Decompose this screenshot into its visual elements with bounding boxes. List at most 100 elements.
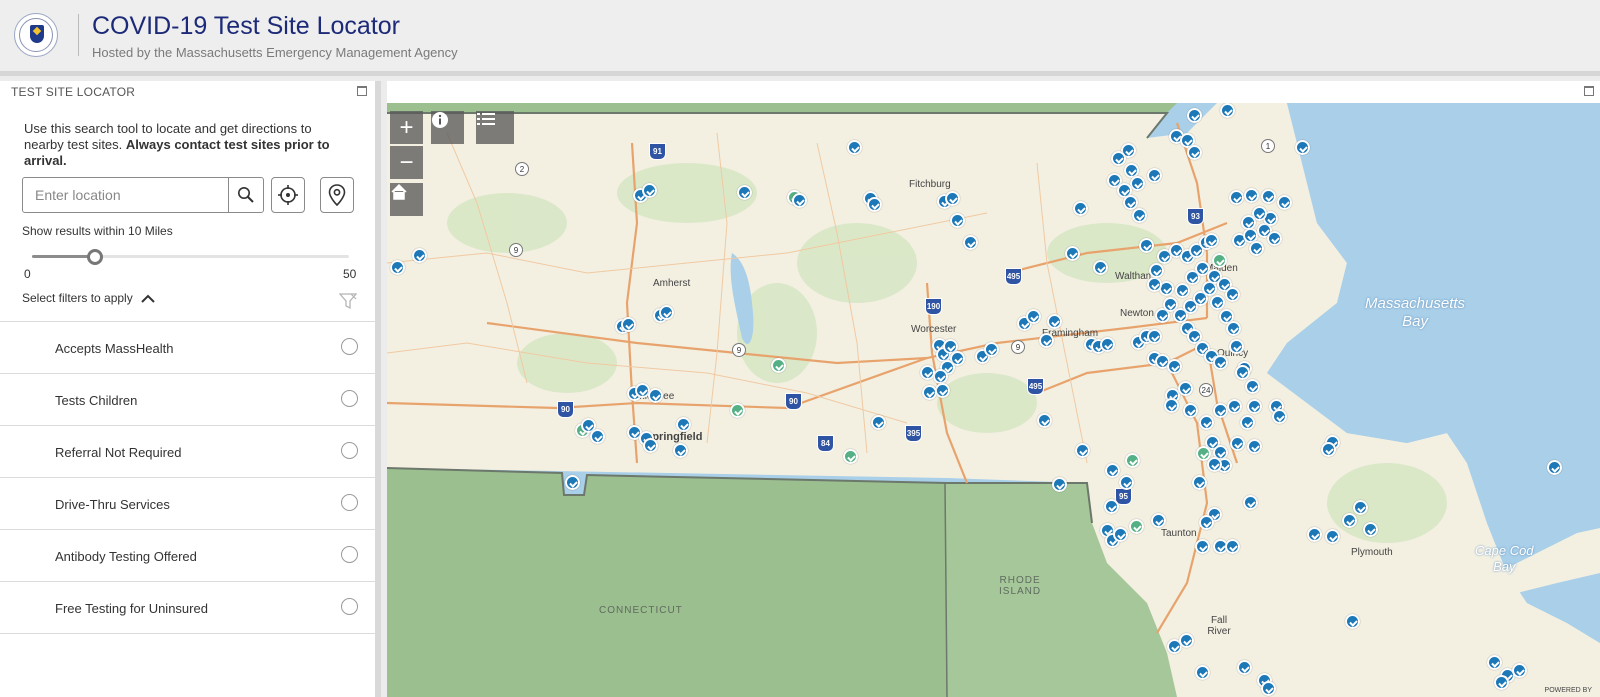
filter-radio[interactable] [341,442,358,459]
test-site-marker[interactable] [730,403,745,418]
test-site-marker[interactable] [1213,355,1228,370]
test-site-marker[interactable] [1307,527,1322,542]
test-site-marker[interactable] [950,213,965,228]
test-site-marker[interactable] [1226,321,1241,336]
filters-toggle[interactable]: Select filters to apply [22,291,155,305]
test-site-marker[interactable] [1207,457,1222,472]
test-site-marker[interactable] [1178,381,1193,396]
test-site-marker[interactable] [1093,260,1108,275]
filter-row-tests-children[interactable]: Tests Children [0,374,375,426]
test-site-marker[interactable] [843,449,858,464]
test-site-marker[interactable] [1547,460,1562,475]
test-site-marker[interactable] [1129,519,1144,534]
test-site-marker[interactable] [847,140,862,155]
test-site-marker[interactable] [1363,522,1378,537]
test-site-marker[interactable] [1213,403,1228,418]
test-site-marker[interactable] [1183,403,1198,418]
test-site-marker[interactable] [1132,208,1147,223]
test-site-marker[interactable] [1111,151,1126,166]
test-site-marker[interactable] [412,248,427,263]
location-search-input[interactable] [23,178,229,212]
test-site-marker[interactable] [1199,515,1214,530]
filter-row-antibody-testing[interactable]: Antibody Testing Offered [0,530,375,582]
test-site-marker[interactable] [659,305,674,320]
test-site-marker[interactable] [1245,379,1260,394]
map-view[interactable]: Fitchburg Amherst Worcester Framingham N… [387,103,1600,697]
test-site-marker[interactable] [945,191,960,206]
radius-slider-track[interactable] [32,255,349,258]
test-site-marker[interactable] [1119,475,1134,490]
legend-list-button[interactable] [476,111,514,144]
info-button[interactable] [431,111,464,144]
test-site-marker[interactable] [1196,446,1211,461]
test-site-marker[interactable] [871,415,886,430]
test-site-marker[interactable] [390,260,405,275]
test-site-marker[interactable] [1243,495,1258,510]
test-site-marker[interactable] [1342,513,1357,528]
test-site-marker[interactable] [1241,215,1256,230]
test-site-marker[interactable] [1195,539,1210,554]
test-site-marker[interactable] [1199,415,1214,430]
test-site-marker[interactable] [1075,443,1090,458]
test-site-marker[interactable] [1345,614,1360,629]
test-site-marker[interactable] [984,342,999,357]
test-site-marker[interactable] [1244,188,1259,203]
test-site-marker[interactable] [935,383,950,398]
test-site-marker[interactable] [771,358,786,373]
test-site-marker[interactable] [1147,277,1162,292]
test-site-marker[interactable] [1100,337,1115,352]
test-site-marker[interactable] [1039,333,1054,348]
test-site-marker[interactable] [737,185,752,200]
test-site-marker[interactable] [1512,663,1527,678]
test-site-marker[interactable] [1164,398,1179,413]
test-site-marker[interactable] [1353,500,1368,515]
test-site-marker[interactable] [1192,475,1207,490]
filter-radio[interactable] [341,338,358,355]
test-site-marker[interactable] [1237,660,1252,675]
test-site-marker[interactable] [1175,283,1190,298]
test-site-marker[interactable] [1272,409,1287,424]
test-site-marker[interactable] [1187,108,1202,123]
search-button[interactable] [228,178,263,212]
test-site-marker[interactable] [1105,463,1120,478]
test-site-marker[interactable] [1261,189,1276,204]
test-site-marker[interactable] [621,317,636,332]
test-site-marker[interactable] [648,388,663,403]
filter-radio[interactable] [341,390,358,407]
test-site-marker[interactable] [1195,665,1210,680]
filter-icon[interactable] [339,292,357,310]
test-site-marker[interactable] [590,429,605,444]
test-site-marker[interactable] [933,369,948,384]
test-site-marker[interactable] [1187,145,1202,160]
test-site-marker[interactable] [1065,246,1080,261]
test-site-marker[interactable] [676,417,691,432]
test-site-marker[interactable] [1261,681,1276,696]
test-site-marker[interactable] [1225,287,1240,302]
test-site-marker[interactable] [1149,263,1164,278]
test-site-marker[interactable] [1037,413,1052,428]
test-site-marker[interactable] [1104,499,1119,514]
test-site-marker[interactable] [1073,201,1088,216]
test-site-marker[interactable] [1277,195,1292,210]
test-site-marker[interactable] [1210,295,1225,310]
filter-radio[interactable] [341,546,358,563]
test-site-marker[interactable] [1487,655,1502,670]
test-site-marker[interactable] [1247,439,1262,454]
test-site-marker[interactable] [1147,168,1162,183]
test-site-marker[interactable] [1212,253,1227,268]
test-site-marker[interactable] [1147,329,1162,344]
place-marker-button[interactable] [320,177,354,213]
zoom-in-button[interactable]: + [390,111,423,144]
use-my-location-button[interactable] [271,177,305,213]
test-site-marker[interactable] [1220,103,1235,118]
test-site-marker[interactable] [1230,436,1245,451]
test-site-marker[interactable] [643,438,658,453]
test-site-marker[interactable] [1267,231,1282,246]
zoom-out-button[interactable]: − [390,146,423,179]
test-site-marker[interactable] [673,443,688,458]
test-site-marker[interactable] [1229,339,1244,354]
test-site-marker[interactable] [1225,539,1240,554]
test-site-marker[interactable] [1235,365,1250,380]
test-site-marker[interactable] [1167,359,1182,374]
test-site-marker[interactable] [1249,241,1264,256]
